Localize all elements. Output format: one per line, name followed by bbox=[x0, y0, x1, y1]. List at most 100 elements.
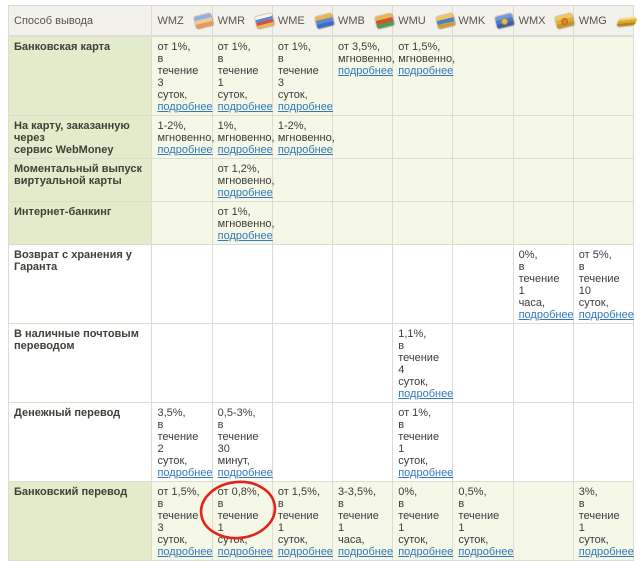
row-label: Банковская карта bbox=[9, 36, 152, 116]
currency-code-label: WMG bbox=[579, 15, 607, 27]
column-header-wmk: WMK bbox=[453, 6, 513, 36]
details-link[interactable]: подробнее bbox=[278, 101, 333, 113]
fee-cell: от 1%, в течение 1 суток,подробнее bbox=[212, 36, 272, 116]
details-link[interactable]: подробнее bbox=[398, 65, 453, 77]
details-link[interactable]: подробнее bbox=[278, 144, 333, 156]
fee-text: от 1%, в течение 1 суток, bbox=[398, 407, 447, 467]
fee-text: 0%, в течение 1 часа, bbox=[519, 249, 568, 309]
column-header-wmb: WMB bbox=[333, 6, 393, 36]
details-link[interactable]: подробнее bbox=[519, 309, 574, 321]
fee-cell bbox=[453, 158, 513, 201]
currency-code-label: WMZ bbox=[157, 15, 183, 27]
table-row: Денежный перевод3,5%, в течение 2 суток,… bbox=[9, 402, 634, 481]
fee-cell bbox=[573, 323, 633, 402]
table-row: Банковская картаот 1%, в течение 3 суток… bbox=[9, 36, 634, 116]
details-link[interactable]: подробнее bbox=[458, 546, 513, 558]
details-link[interactable]: подробнее bbox=[398, 388, 453, 400]
fee-text: 1-2%, мгновенно, bbox=[157, 120, 206, 144]
fee-cell bbox=[453, 402, 513, 481]
details-link[interactable]: подробнее bbox=[218, 187, 273, 199]
fee-cell bbox=[513, 481, 573, 560]
fee-cell bbox=[453, 323, 513, 402]
row-label: Денежный перевод bbox=[9, 402, 152, 481]
fee-cell: от 5%, в течение 10 суток,подробнее bbox=[573, 244, 633, 323]
fee-text: 1-2%, мгновенно, bbox=[278, 120, 327, 144]
table-row: Банковский переводот 1,5%, в течение 3 с… bbox=[9, 481, 634, 560]
fee-cell bbox=[573, 158, 633, 201]
row-label: Моментальный выпуск виртуальной карты bbox=[9, 158, 152, 201]
currency-code-label: WMR bbox=[218, 15, 246, 27]
details-link[interactable]: подробнее bbox=[218, 230, 273, 242]
table-row: На карту, заказанную через сервис WebMon… bbox=[9, 115, 634, 158]
currency-code-label: WMU bbox=[398, 15, 426, 27]
fee-text: 3,5%, в течение 2 суток, bbox=[157, 407, 206, 467]
fee-cell bbox=[573, 115, 633, 158]
details-link[interactable]: подробнее bbox=[157, 546, 212, 558]
details-link[interactable]: подробнее bbox=[579, 309, 634, 321]
table-corner-header: Способ вывода bbox=[9, 6, 152, 36]
fee-text: 3-3,5%, в течение 1 часа, bbox=[338, 486, 387, 546]
fee-text: от 1%, мгновенно, bbox=[218, 206, 267, 230]
column-header-wmu: WMU bbox=[393, 6, 453, 36]
table-row: Возврат с хранения у Гаранта0%, в течени… bbox=[9, 244, 634, 323]
fee-cell bbox=[393, 244, 453, 323]
fee-cell bbox=[573, 36, 633, 116]
details-link[interactable]: подробнее bbox=[398, 546, 453, 558]
fee-cell: 1-2%, мгновенно,подробнее bbox=[272, 115, 332, 158]
fee-text: от 1%, в течение 3 суток, bbox=[157, 41, 206, 101]
fee-cell: 0,5%, в течение 1 суток,подробнее bbox=[453, 481, 513, 560]
details-link[interactable]: подробнее bbox=[218, 101, 273, 113]
fee-cell bbox=[333, 115, 393, 158]
fee-cell: 1,1%, в течение 4 суток,подробнее bbox=[393, 323, 453, 402]
details-link[interactable]: подробнее bbox=[218, 144, 273, 156]
fee-cell bbox=[453, 115, 513, 158]
fee-cell bbox=[393, 115, 453, 158]
fee-text: 0%, в течение 1 суток, bbox=[398, 486, 447, 546]
table-row: Интернет-банкинг от 1%, мгновенно,подробн… bbox=[9, 201, 634, 244]
fee-cell: 0%, в течение 1 часа,подробнее bbox=[513, 244, 573, 323]
fee-text: от 1%, в течение 1 суток, bbox=[218, 41, 267, 101]
table-header: Способ вывода WMZWMRWMEWMBWMUWMKWMXWMG bbox=[9, 6, 634, 36]
details-link[interactable]: подробнее bbox=[218, 467, 273, 479]
details-link[interactable]: подробнее bbox=[338, 65, 393, 77]
row-label: На карту, заказанную через сервис WebMon… bbox=[9, 115, 152, 158]
fee-cell: от 1,5%, мгновенно,подробнее bbox=[393, 36, 453, 116]
table-row: В наличные почтовым переводом1,1%, в теч… bbox=[9, 323, 634, 402]
fee-cell: от 1%, в течение 3 суток,подробнее bbox=[272, 36, 332, 116]
fee-cell bbox=[453, 36, 513, 116]
fee-cell: 0,5-3%, в течение 30 минут,подробнее bbox=[212, 402, 272, 481]
fee-text: от 1%, в течение 3 суток, bbox=[278, 41, 327, 101]
fee-cell bbox=[333, 402, 393, 481]
details-link[interactable]: подробнее bbox=[157, 144, 212, 156]
table-body: Банковская картаот 1%, в течение 3 суток… bbox=[9, 36, 634, 561]
coin-glyph bbox=[561, 17, 569, 25]
details-link[interactable]: подробнее bbox=[278, 546, 333, 558]
wme-purse-icon bbox=[315, 13, 334, 29]
row-label: Интернет-банкинг bbox=[9, 201, 152, 244]
wmk-purse-icon bbox=[495, 13, 514, 29]
wmz-purse-icon bbox=[194, 13, 213, 29]
fee-text: 1%, мгновенно, bbox=[218, 120, 267, 144]
details-link[interactable]: подробнее bbox=[157, 467, 212, 479]
table-container: Способ вывода WMZWMRWMEWMBWMUWMKWMXWMG Б… bbox=[8, 5, 634, 561]
fee-text: 0,5%, в течение 1 суток, bbox=[458, 486, 507, 546]
fee-cell: от 1,2%, мгновенно,подробнее bbox=[212, 158, 272, 201]
fee-cell bbox=[152, 158, 212, 201]
fee-cell bbox=[212, 323, 272, 402]
fee-text: от 5%, в течение 10 суток, bbox=[579, 249, 628, 309]
header-row: Способ вывода WMZWMRWMEWMBWMUWMKWMXWMG bbox=[9, 6, 634, 36]
details-link[interactable]: подробнее bbox=[398, 467, 453, 479]
fee-text: от 1,5%, мгновенно, bbox=[398, 41, 447, 65]
fee-cell bbox=[333, 323, 393, 402]
column-header-wmz: WMZ bbox=[152, 6, 212, 36]
details-link[interactable]: подробнее bbox=[218, 546, 273, 558]
details-link[interactable]: подробнее bbox=[579, 546, 634, 558]
fee-cell bbox=[152, 244, 212, 323]
fee-cell bbox=[152, 323, 212, 402]
fee-cell bbox=[212, 244, 272, 323]
currency-code-label: WMB bbox=[338, 15, 365, 27]
details-link[interactable]: подробнее bbox=[338, 546, 393, 558]
coin-glyph bbox=[501, 17, 509, 25]
details-link[interactable]: подробнее bbox=[157, 101, 212, 113]
fee-cell bbox=[272, 402, 332, 481]
